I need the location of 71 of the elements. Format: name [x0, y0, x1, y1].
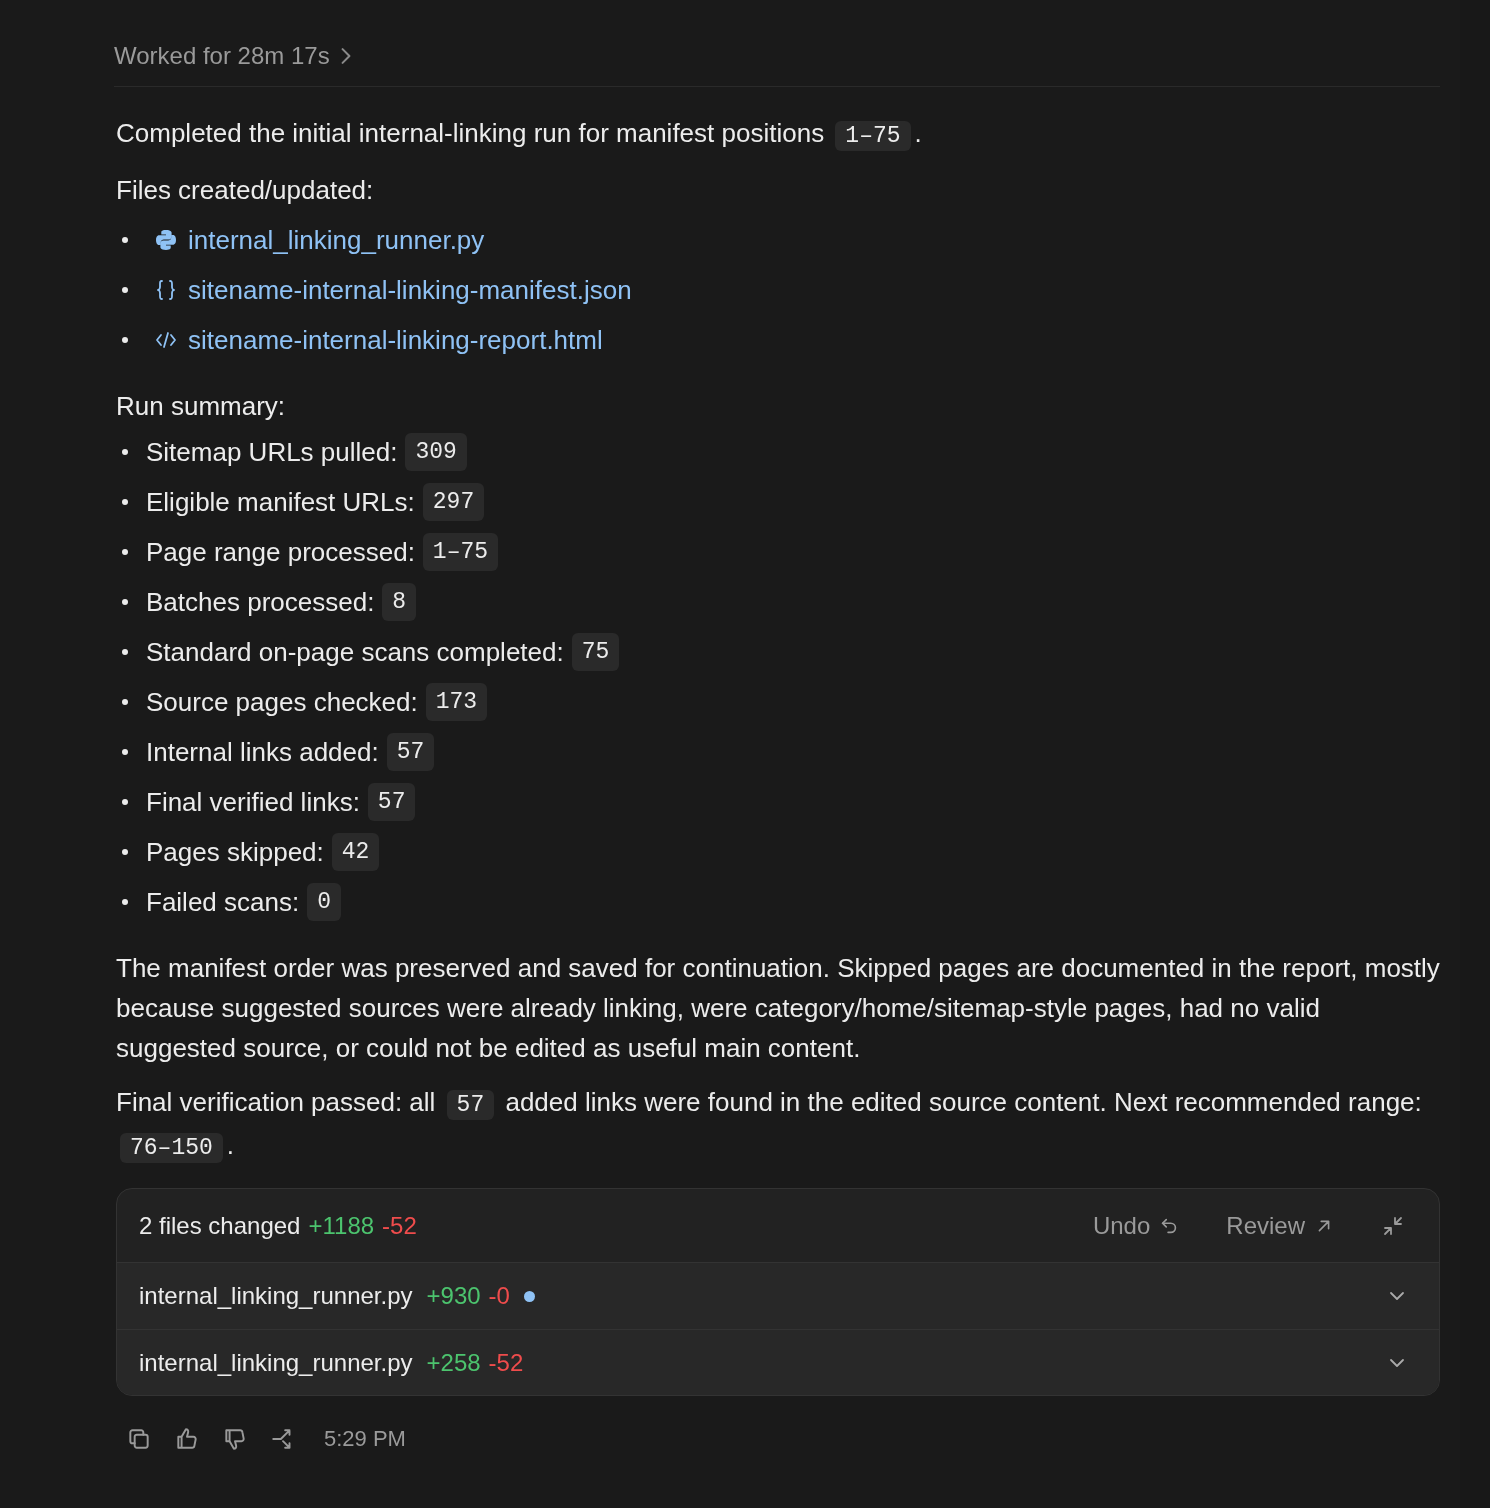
inline-code: 57 — [386, 732, 435, 772]
changed-file-row[interactable]: internal_linking_runner.py +258 -52 — [117, 1329, 1439, 1395]
bullet — [122, 599, 128, 605]
bullet — [122, 287, 128, 293]
file-name: internal_linking_runner.py — [139, 1281, 413, 1311]
inline-code: 173 — [425, 682, 488, 722]
file-name: internal_linking_runner.py — [139, 1347, 413, 1378]
inline-code: 76–150 — [120, 1133, 223, 1163]
summary-label: Final verified links: — [146, 785, 360, 819]
bullet — [122, 237, 128, 243]
summary-label: Eligible manifest URLs: — [146, 485, 415, 519]
undo-button[interactable]: Undo — [1092, 1207, 1181, 1244]
chevron-down-icon — [1389, 1358, 1405, 1367]
bullet — [122, 549, 128, 555]
summary-label: Sitemap URLs pulled: — [146, 435, 398, 469]
additions-count: +930 — [426, 1281, 481, 1311]
thumbs-up-button[interactable] — [174, 1425, 200, 1452]
inline-code: 57 — [367, 782, 416, 822]
summary-label: Failed scans: — [146, 885, 300, 919]
summary-label: Pages skipped: — [146, 835, 324, 869]
paragraph-text: . — [226, 1130, 235, 1160]
chevron-right-icon — [341, 48, 350, 64]
summary-label: Page range processed: — [146, 535, 415, 569]
changed-file-row[interactable]: internal_linking_runner.py +930 -0 — [117, 1263, 1439, 1329]
additions-count: +1188 — [308, 1210, 375, 1241]
paragraph-text: The manifest order was preserved and saved for continuation. Skipped pages are documented in the report, mostly because suggested sources were already linking, were category/home/sitemap-style pages, had no valid suggested source, or could not be edited as useful main content. — [116, 952, 1440, 1065]
deletions-count: -0 — [488, 1281, 510, 1311]
bullet — [122, 449, 128, 455]
summary-label: Batches processed: — [146, 585, 375, 619]
deletions-count: -52 — [382, 1210, 417, 1241]
worked-duration[interactable]: Worked for 28m 17s — [114, 38, 330, 74]
inline-code: 57 — [446, 1090, 495, 1120]
section-heading: Run summary: — [116, 390, 287, 423]
python-file-icon — [154, 228, 178, 252]
inline-code: 75 — [571, 632, 620, 672]
bullet — [122, 749, 128, 755]
review-button[interactable]: Review — [1226, 1207, 1335, 1244]
chevron-down-icon — [1389, 1292, 1405, 1300]
inline-code: 309 — [405, 432, 467, 472]
bullet — [122, 849, 128, 855]
inline-code: 1–75 — [835, 121, 911, 151]
file-link[interactable]: internal_linking_runner.py — [188, 220, 485, 260]
additions-count: +258 — [426, 1347, 481, 1378]
paragraph-text: Completed the initial internal-linking run for manifest positions — [116, 118, 826, 148]
inline-code: 0 — [307, 882, 341, 922]
bullet — [122, 337, 128, 343]
file-link[interactable]: sitename-internal-linking-report.html — [188, 320, 603, 360]
thumbs-up-icon — [174, 1425, 200, 1452]
paragraph-text: Final verification passed: all — [116, 1087, 437, 1117]
summary-label: Internal links added: — [146, 735, 379, 769]
file-link[interactable]: sitename-internal-linking-manifest.json — [188, 270, 632, 310]
deletions-count: -52 — [488, 1347, 524, 1378]
bullet — [122, 899, 128, 905]
inline-code: 1–75 — [422, 532, 499, 572]
json-file-icon — [154, 278, 178, 302]
inline-code: 42 — [331, 832, 380, 872]
inline-code: 297 — [422, 482, 485, 522]
timestamp: 5:29 PM — [324, 1425, 406, 1453]
paragraph-text: added links were found in the edited source content. Next recommended range: — [504, 1087, 1422, 1117]
paragraph-text: . — [914, 118, 922, 148]
bullet — [122, 799, 128, 805]
inline-code: 8 — [382, 582, 417, 622]
changes-summary: 2 files changed — [139, 1210, 301, 1241]
bullet — [122, 499, 128, 505]
expand-button[interactable] — [1389, 1358, 1405, 1367]
summary-label: Standard on-page scans completed: — [146, 635, 564, 669]
bullet — [122, 699, 128, 705]
bullet — [122, 649, 128, 655]
expand-button[interactable] — [1389, 1292, 1405, 1300]
section-heading: Files created/updated: — [116, 174, 375, 207]
summary-label: Source pages checked: — [146, 685, 418, 719]
